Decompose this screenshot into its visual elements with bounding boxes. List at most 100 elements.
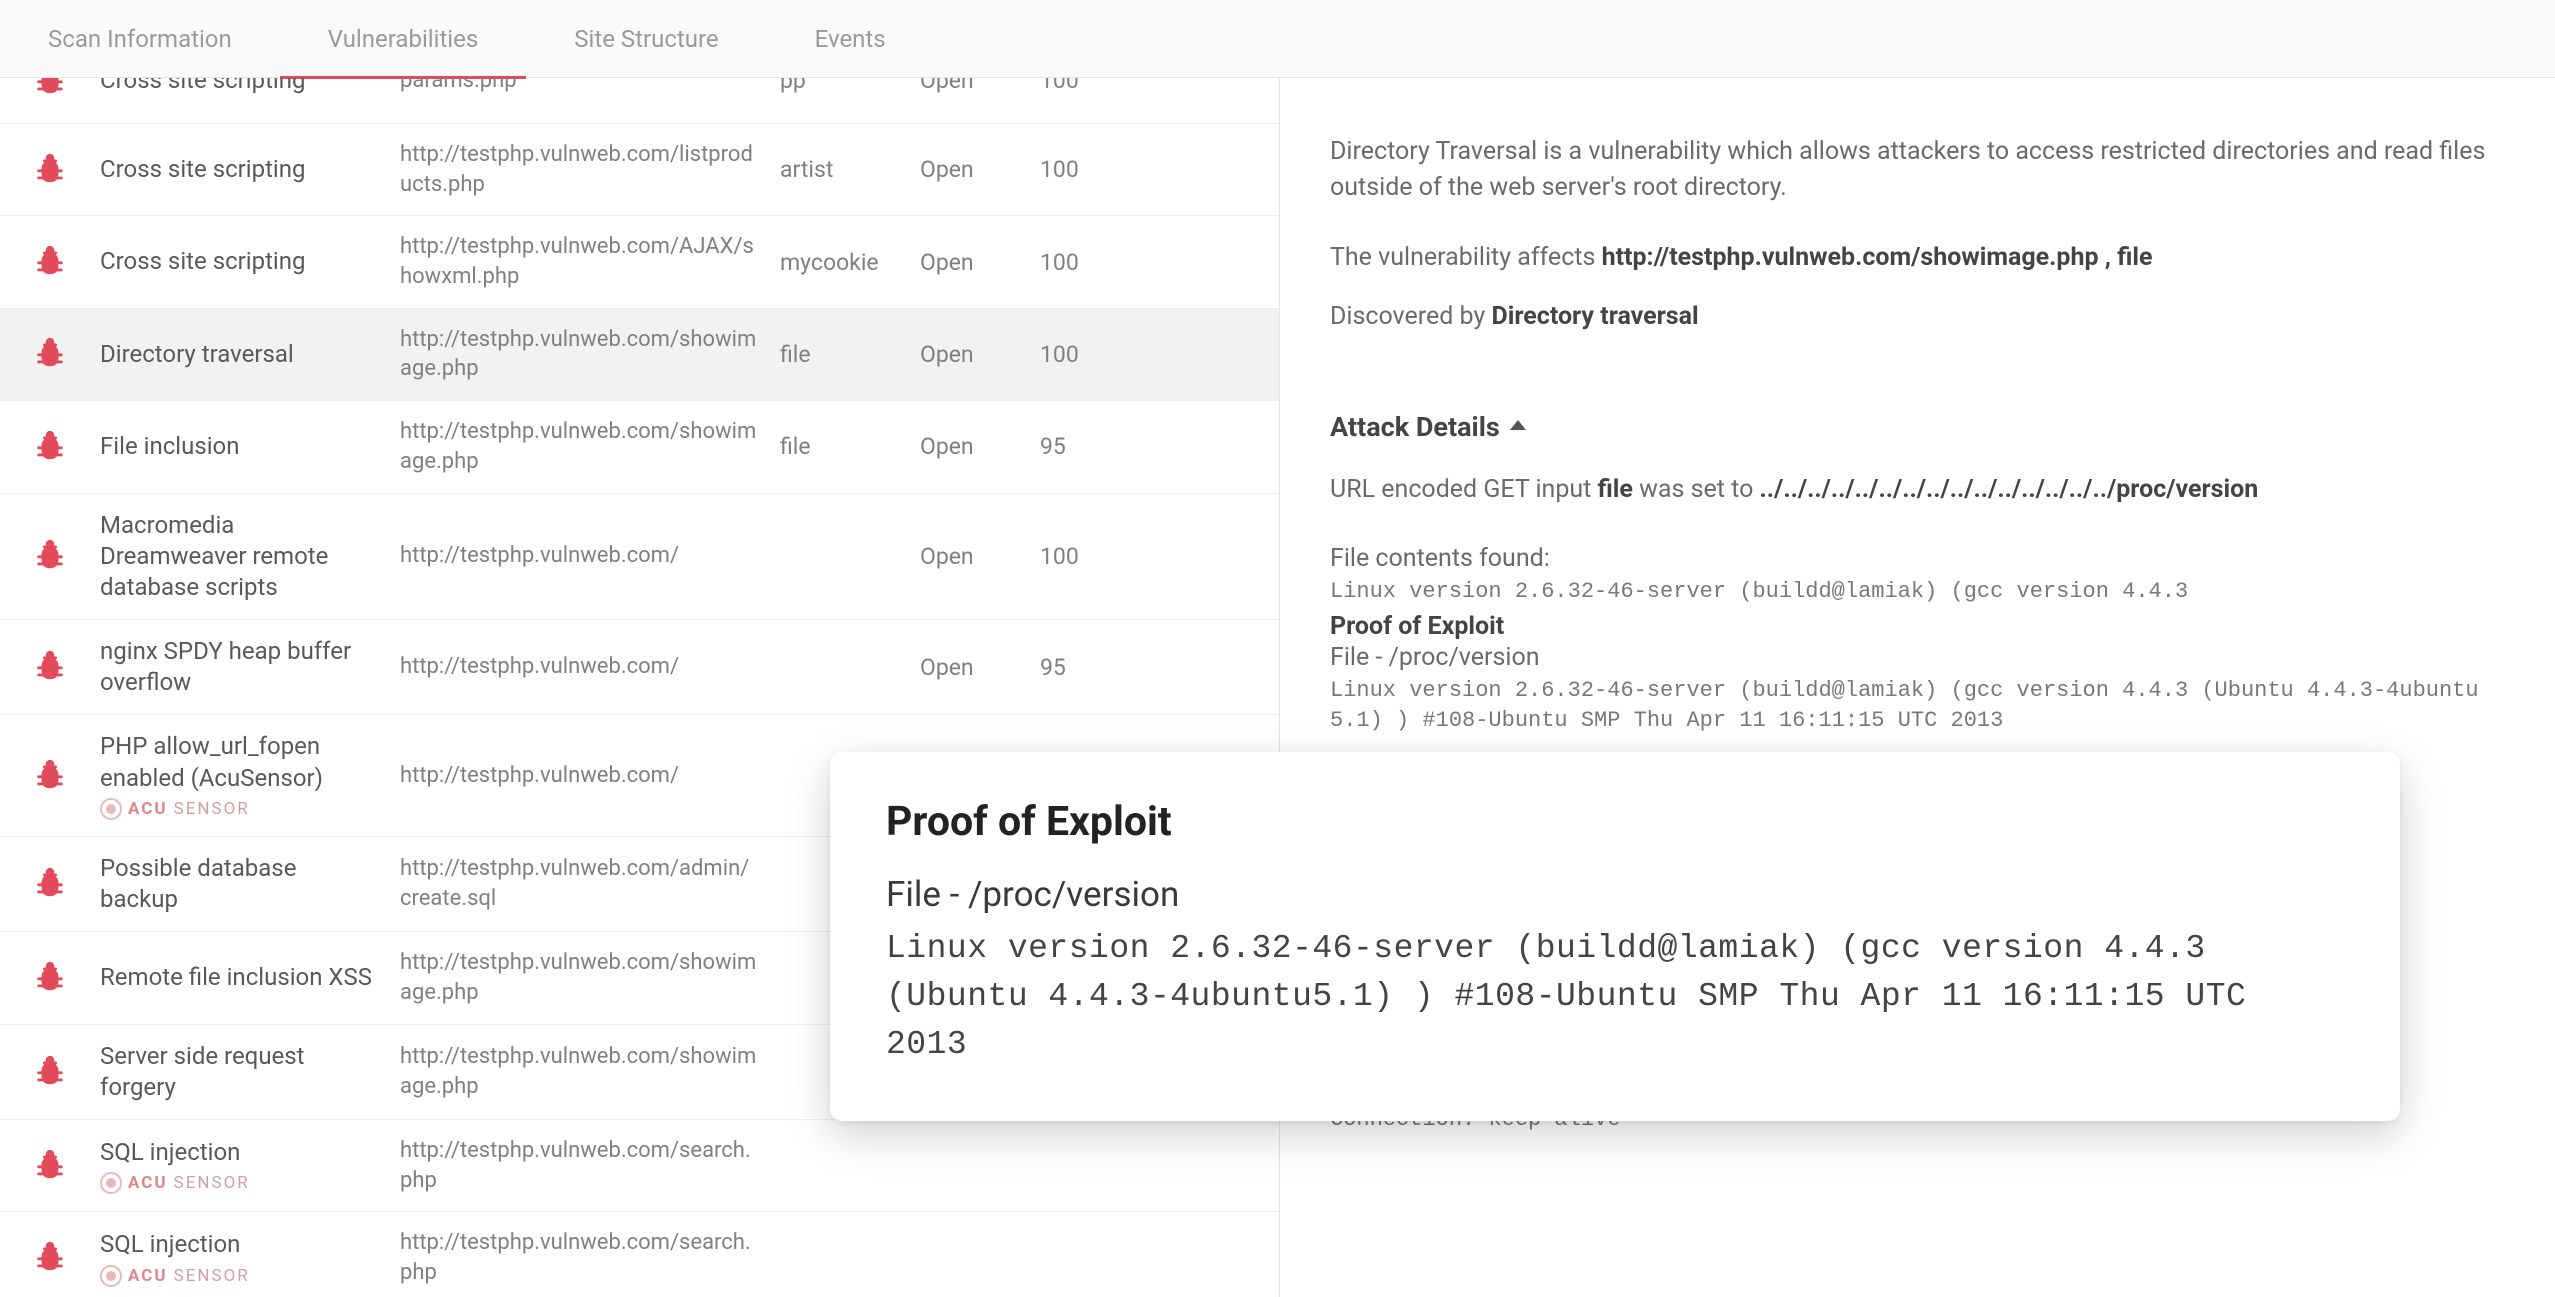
bug-icon bbox=[33, 151, 67, 189]
vuln-status: Open bbox=[920, 249, 1040, 276]
vuln-confidence: 100 bbox=[1040, 156, 1160, 183]
vuln-url: http://testphp.vulnweb.com/listproducts.… bbox=[400, 140, 780, 199]
vuln-url: params.php bbox=[400, 78, 780, 95]
popup-body: Linux version 2.6.32-46-server (buildd@l… bbox=[886, 925, 2344, 1069]
table-row[interactable]: Directory traversal http://testphp.vulnwe… bbox=[0, 309, 1279, 401]
proof-of-exploit-popup: Proof of Exploit File - /proc/version Li… bbox=[830, 752, 2400, 1121]
attack-payload: ../../../../../../../../../../../../../.… bbox=[1760, 475, 2259, 504]
vuln-confidence: 100 bbox=[1040, 341, 1160, 368]
vuln-name: Cross site scripting bbox=[100, 78, 380, 96]
bug-icon bbox=[33, 959, 67, 997]
bug-icon bbox=[33, 335, 67, 373]
table-row[interactable]: Cross site scripting http://testphp.vulnw… bbox=[0, 216, 1279, 308]
file-contents: Linux version 2.6.32-46-server (buildd@l… bbox=[1330, 577, 2495, 607]
vuln-status: Open bbox=[920, 654, 1040, 681]
tabs: Scan Information Vulnerabilities Site St… bbox=[0, 0, 2555, 78]
table-row[interactable]: Cross site scripting params.phpppOpen100 bbox=[0, 78, 1279, 124]
bug-icon bbox=[33, 428, 67, 466]
acusensor-sensor: SENSOR bbox=[174, 1173, 250, 1193]
vuln-url: http://testphp.vulnweb.com/showimage.php bbox=[400, 1042, 780, 1101]
vuln-name: SQL injection bbox=[100, 1229, 380, 1260]
table-row[interactable]: SQL injection ACU SENSOR http://testphp.vul… bbox=[0, 1212, 1279, 1297]
acusensor-sensor: SENSOR bbox=[174, 799, 250, 819]
tab-vulnerabilities[interactable]: Vulnerabilities bbox=[280, 0, 527, 78]
vuln-name: Directory traversal bbox=[100, 339, 380, 370]
acusensor-acu: ACU bbox=[128, 799, 168, 819]
bug-icon bbox=[33, 537, 67, 575]
vuln-status: Open bbox=[920, 78, 1040, 94]
vuln-param: file bbox=[780, 341, 920, 368]
proof-of-exploit-label: Proof of Exploit bbox=[1330, 612, 2495, 641]
acusensor-badge: ACU SENSOR bbox=[100, 798, 380, 820]
bug-icon bbox=[33, 243, 67, 281]
acusensor-acu: ACU bbox=[128, 1173, 168, 1193]
bug-icon bbox=[33, 757, 67, 795]
attack-input-line: URL encoded GET input file was set to ..… bbox=[1330, 475, 2495, 504]
vuln-name: SQL injection bbox=[100, 1137, 380, 1168]
vuln-discovered-line: Discovered by Directory traversal bbox=[1330, 302, 2495, 331]
vuln-affects-prefix: The vulnerability affects bbox=[1330, 243, 1602, 272]
attack-details-toggle[interactable]: Attack Details bbox=[1330, 411, 2495, 443]
vuln-param: mycookie bbox=[780, 249, 920, 276]
vuln-name: Possible database backup bbox=[100, 853, 380, 915]
vuln-name: nginx SPDY heap buffer overflow bbox=[100, 636, 380, 698]
table-row[interactable]: Macromedia Dreamweaver remote database s… bbox=[0, 494, 1279, 621]
vuln-name: Macromedia Dreamweaver remote database s… bbox=[100, 510, 380, 604]
acusensor-badge: ACU SENSOR bbox=[100, 1172, 380, 1194]
vuln-url: http://testphp.vulnweb.com/ bbox=[400, 541, 780, 571]
attack-line-pre: URL encoded GET input bbox=[1330, 475, 1598, 504]
vuln-confidence: 95 bbox=[1040, 433, 1160, 460]
vuln-param: artist bbox=[780, 156, 920, 183]
vuln-affects-value: http://testphp.vulnweb.com/showimage.php… bbox=[1602, 243, 2153, 272]
vuln-status: Open bbox=[920, 543, 1040, 570]
acusensor-sensor: SENSOR bbox=[174, 1266, 250, 1286]
vuln-description: Directory Traversal is a vulnerability w… bbox=[1330, 134, 2495, 207]
vuln-url: http://testphp.vulnweb.com/search.php bbox=[400, 1136, 780, 1195]
caret-up-icon bbox=[1510, 420, 1526, 430]
vuln-status: Open bbox=[920, 433, 1040, 460]
vuln-url: http://testphp.vulnweb.com/AJAX/showxml.… bbox=[400, 232, 780, 291]
bug-icon bbox=[33, 648, 67, 686]
vuln-url: http://testphp.vulnweb.com/ bbox=[400, 761, 780, 791]
bug-icon bbox=[33, 865, 67, 903]
vuln-param: pp bbox=[780, 78, 920, 94]
vuln-url: http://testphp.vulnweb.com/search.php bbox=[400, 1228, 780, 1287]
bug-icon bbox=[33, 1147, 67, 1185]
tab-scan-information[interactable]: Scan Information bbox=[0, 0, 280, 78]
file-contents-label: File contents found: bbox=[1330, 544, 2495, 573]
vuln-confidence: 100 bbox=[1040, 543, 1160, 570]
vuln-confidence: 100 bbox=[1040, 249, 1160, 276]
popup-title: Proof of Exploit bbox=[886, 798, 2344, 846]
table-row[interactable]: File inclusionhttp://testphp.vulnweb.com… bbox=[0, 401, 1279, 493]
acusensor-icon bbox=[100, 1265, 122, 1287]
vuln-url: http://testphp.vulnweb.com/showimage.php bbox=[400, 325, 780, 384]
acusensor-badge: ACU SENSOR bbox=[100, 1265, 380, 1287]
vuln-name: PHP allow_url_fopen enabled (AcuSensor) bbox=[100, 731, 380, 793]
table-row[interactable]: Cross site scripting http://testphp.vulnw… bbox=[0, 124, 1279, 216]
bug-icon bbox=[33, 1053, 67, 1091]
vuln-url: http://testphp.vulnweb.com/showimage.php bbox=[400, 948, 780, 1007]
tab-events[interactable]: Events bbox=[767, 0, 934, 78]
attack-line-mid: was set to bbox=[1633, 475, 1760, 504]
vuln-affects-line: The vulnerability affects http://testphp… bbox=[1330, 243, 2495, 272]
vuln-name: Remote file inclusion XSS bbox=[100, 962, 380, 993]
attack-details-label: Attack Details bbox=[1330, 411, 1500, 443]
vuln-status: Open bbox=[920, 341, 1040, 368]
vuln-name: Cross site scripting bbox=[100, 154, 380, 185]
vuln-confidence: 95 bbox=[1040, 654, 1160, 681]
vuln-name: Server side request forgery bbox=[100, 1041, 380, 1103]
vuln-discovered-prefix: Discovered by bbox=[1330, 302, 1492, 331]
acusensor-icon bbox=[100, 798, 122, 820]
tab-site-structure[interactable]: Site Structure bbox=[526, 0, 766, 78]
attack-param: file bbox=[1598, 475, 1633, 504]
vuln-confidence: 100 bbox=[1040, 78, 1160, 94]
vuln-param: file bbox=[780, 433, 920, 460]
proof-file-line: File - /proc/version bbox=[1330, 643, 2495, 672]
acusensor-acu: ACU bbox=[128, 1266, 168, 1286]
vuln-url: http://testphp.vulnweb.com/ bbox=[400, 652, 780, 682]
vuln-name: File inclusion bbox=[100, 431, 380, 462]
table-row[interactable]: SQL injection ACU SENSOR http://testphp.vul… bbox=[0, 1120, 1279, 1212]
table-row[interactable]: nginx SPDY heap buffer overflow http://te… bbox=[0, 620, 1279, 715]
vuln-name: Cross site scripting bbox=[100, 246, 380, 277]
proof-body: Linux version 2.6.32-46-server (buildd@l… bbox=[1330, 676, 2495, 735]
